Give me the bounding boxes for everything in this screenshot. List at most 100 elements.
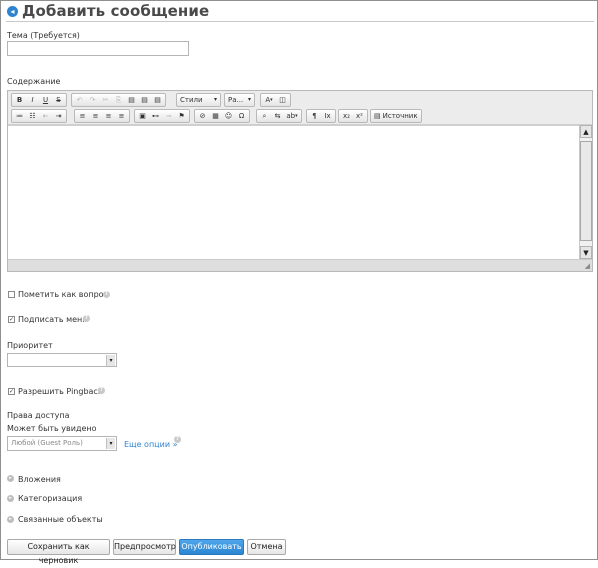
outdent-icon[interactable]: ⇤ — [39, 110, 52, 122]
editor-content-area[interactable] — [8, 125, 579, 259]
align-left-icon[interactable]: ≡ — [76, 110, 89, 122]
remove-format-icon[interactable]: Ix — [321, 110, 334, 122]
align-right-icon[interactable]: ≡ — [102, 110, 115, 122]
block-format-icon[interactable]: ¶ — [308, 110, 321, 122]
visible-label: Может быть увидено — [7, 424, 97, 433]
access-title: Права доступа — [7, 411, 70, 420]
font-size-dropdown-label: Ра... — [228, 96, 244, 104]
save-draft-button[interactable]: Сохранить как черновик — [7, 539, 110, 565]
flash-icon[interactable]: ⊘ — [196, 110, 209, 122]
priority-select[interactable]: ▾ — [7, 353, 117, 367]
editor-toolbar: B I U S ↶ ↷ ✂ ⎘ ▤ ▤ ▤ Стили ▾ Ра... ▾ A … — [8, 91, 592, 125]
expand-icon[interactable]: ▸ — [7, 495, 14, 502]
mark-question-label: Пометить как вопрос — [18, 290, 108, 299]
pingback-checkbox[interactable]: ✓ — [8, 388, 15, 395]
font-size-dropdown[interactable]: Ра... ▾ — [224, 93, 255, 107]
help-icon[interactable]: ? — [98, 387, 105, 394]
superscript-icon[interactable]: x² — [353, 110, 366, 122]
styles-dropdown[interactable]: Стили ▾ — [176, 93, 221, 107]
expand-icon[interactable]: ▸ — [7, 475, 14, 482]
clipboard-group: ↶ ↷ ✂ ⎘ ▤ ▤ ▤ — [71, 93, 166, 107]
editor-status-bar: ◢ — [8, 259, 592, 271]
more-options-link[interactable]: Еще опции » — [124, 440, 177, 449]
subscript-icon[interactable]: x₂ — [340, 110, 353, 122]
unlink-icon[interactable]: ⊸ — [162, 110, 175, 122]
section-categorization[interactable]: Категоризация — [18, 494, 82, 503]
chevron-down-icon: ▾ — [247, 96, 251, 103]
bulleted-list-icon[interactable]: ☷ — [26, 110, 39, 122]
cancel-button[interactable]: Отмена — [247, 539, 286, 555]
section-related-objects[interactable]: Связанные объекты — [18, 515, 103, 524]
visibility-value: Любой (Guest Роль) — [11, 439, 83, 447]
source-button[interactable]: ▤ Источник — [370, 109, 422, 123]
link-icon[interactable]: ⊷ — [149, 110, 162, 122]
paste-word-icon[interactable]: ▤ — [151, 94, 164, 106]
back-arrow-icon[interactable]: ◂ — [7, 6, 18, 17]
priority-value — [8, 356, 11, 364]
chevron-down-icon: ▾ — [106, 438, 115, 449]
replace-icon[interactable]: ⇆ — [271, 110, 284, 122]
align-group: ≡ ≡ ≡ ≡ — [74, 109, 130, 123]
chevron-down-icon: ▾ — [213, 96, 217, 103]
spellcheck-label: ab — [286, 112, 296, 120]
content-label: Содержание — [7, 77, 61, 86]
paste-text-icon[interactable]: ▤ — [138, 94, 151, 106]
indent-icon[interactable]: ⇥ — [52, 110, 65, 122]
redo-icon[interactable]: ↷ — [86, 94, 99, 106]
header-divider — [6, 21, 594, 22]
text-color-button[interactable]: A ▾ — [262, 94, 276, 106]
post-form-window: ◂ Добавить сообщение Тема (Требуется) Со… — [0, 0, 598, 565]
special-char-icon[interactable]: Ω — [235, 110, 248, 122]
scroll-down-icon[interactable]: ▼ — [580, 246, 592, 259]
bold-button[interactable]: B — [13, 94, 26, 106]
chevron-down-icon: ▾ — [106, 355, 115, 366]
image-icon[interactable]: ▣ — [136, 110, 149, 122]
publish-button[interactable]: Опубликовать — [179, 539, 244, 555]
align-justify-icon[interactable]: ≡ — [115, 110, 128, 122]
subscribe-checkbox[interactable]: ✓ — [8, 316, 15, 323]
expand-icon[interactable]: ▸ — [7, 516, 14, 523]
align-center-icon[interactable]: ≡ — [89, 110, 102, 122]
source-label: Источник — [382, 112, 418, 120]
pingback-label: Разрешить Pingback — [18, 387, 103, 396]
numbered-list-icon[interactable]: ≔ — [13, 110, 26, 122]
find-group: ⌕ ⇆ ab ▾ — [256, 109, 302, 123]
spellcheck-icon[interactable]: ab ▾ — [284, 110, 300, 122]
underline-button[interactable]: U — [39, 94, 52, 106]
smiley-icon[interactable]: ☺ — [222, 110, 235, 122]
cut-icon[interactable]: ✂ — [99, 94, 112, 106]
priority-label: Приоритет — [7, 341, 53, 350]
source-icon: ▤ — [374, 112, 381, 120]
subject-label: Тема (Требуется) — [7, 31, 80, 40]
italic-button[interactable]: I — [26, 94, 39, 106]
help-icon[interactable]: ? — [103, 291, 110, 298]
insert-group: ▣ ⊷ ⊸ ⚑ — [134, 109, 190, 123]
subject-input[interactable] — [7, 41, 189, 56]
list-group: ≔ ☷ ⇤ ⇥ — [11, 109, 67, 123]
resize-grip-icon[interactable]: ◢ — [585, 262, 590, 270]
table-icon[interactable]: ▦ — [209, 110, 222, 122]
bg-color-button[interactable]: ◫ — [276, 94, 289, 106]
page-title: Добавить сообщение — [22, 2, 210, 20]
color-group: A ▾ ◫ — [260, 93, 291, 107]
copy-icon[interactable]: ⎘ — [112, 94, 125, 106]
undo-icon[interactable]: ↶ — [73, 94, 86, 106]
visibility-select[interactable]: Любой (Guest Роль) ▾ — [7, 436, 117, 451]
preview-button[interactable]: Предпросмотр — [113, 539, 176, 555]
section-attachments[interactable]: Вложения — [18, 475, 61, 484]
scroll-thumb[interactable] — [580, 141, 592, 241]
editor-scrollbar[interactable]: ▲ ▼ — [579, 125, 592, 259]
help-icon[interactable]: ? — [174, 436, 181, 443]
anchor-flag-icon[interactable]: ⚑ — [175, 110, 188, 122]
paste-icon[interactable]: ▤ — [125, 94, 138, 106]
find-icon[interactable]: ⌕ — [258, 110, 271, 122]
rich-text-editor: B I U S ↶ ↷ ✂ ⎘ ▤ ▤ ▤ Стили ▾ Ра... ▾ A … — [7, 90, 593, 272]
strike-button[interactable]: S — [52, 94, 65, 106]
scroll-up-icon[interactable]: ▲ — [580, 125, 592, 138]
mark-question-checkbox[interactable] — [8, 291, 15, 298]
objects-group: ⊘ ▦ ☺ Ω — [194, 109, 250, 123]
format-group: B I U S — [11, 93, 67, 107]
styles-dropdown-label: Стили — [180, 96, 203, 104]
subscribe-label: Подписать меня — [18, 315, 88, 324]
help-icon[interactable]: ? — [83, 315, 90, 322]
